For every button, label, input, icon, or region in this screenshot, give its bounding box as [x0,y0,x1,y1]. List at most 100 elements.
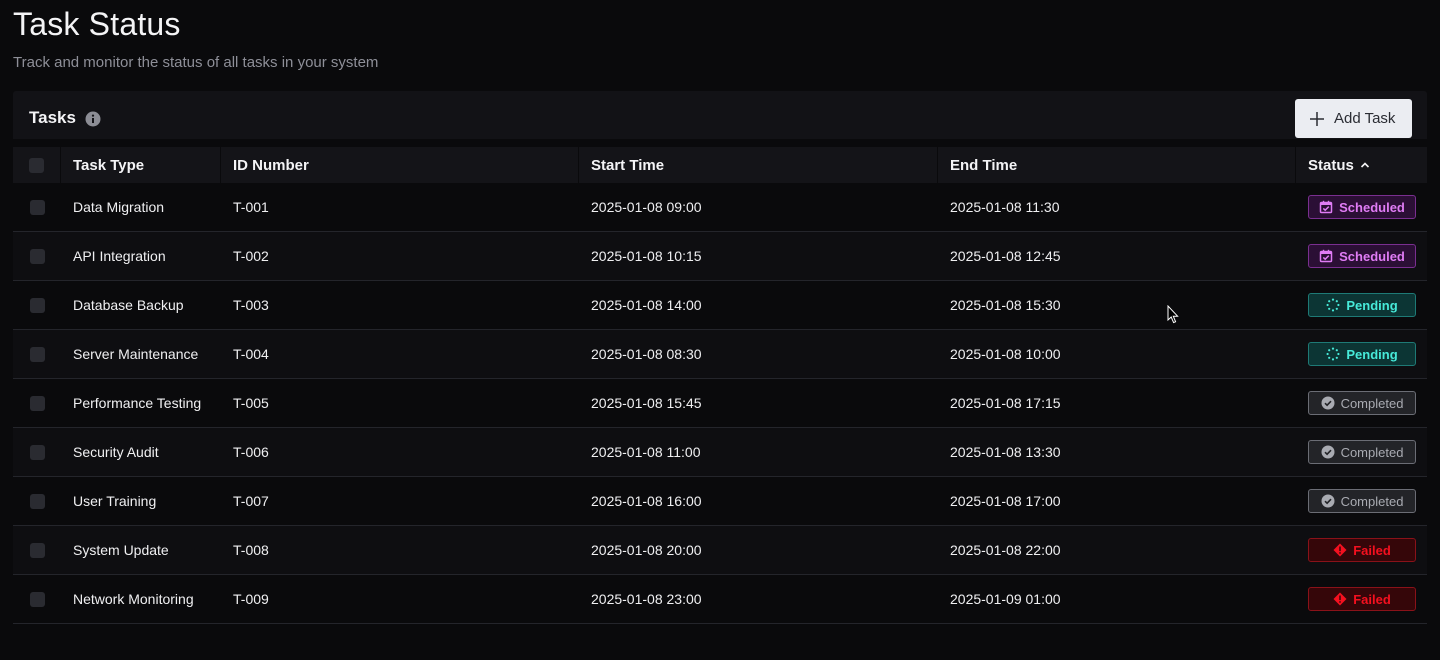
status-cell: Scheduled [1296,232,1427,280]
status-label: Scheduled [1339,248,1405,264]
task-type-cell: User Training [73,493,157,509]
task-type-cell: System Update [73,542,169,558]
task-type-cell: Data Migration [73,199,165,215]
table-row[interactable]: Network Monitoring T-009 2025-01-08 23:00 2… [13,575,1427,624]
select-all-checkbox[interactable] [29,157,44,173]
table-row[interactable]: API Integration T-002 2025-01-08 10:15 2025… [13,232,1427,281]
status-cell: Completed [1296,428,1427,476]
column-header-end-time[interactable]: End Time [938,147,1296,183]
status-label: Completed [1340,395,1404,411]
row-checkbox[interactable] [29,395,45,411]
status-badge: Completed [1308,489,1416,513]
table-row[interactable]: System Update T-008 2025-01-08 20:00 2025-0… [13,526,1427,575]
status-badge: Completed [1308,440,1416,464]
error-diamond-icon [1333,543,1347,557]
status-badge: Completed [1308,391,1416,415]
task-type-cell: API Integration [73,248,166,264]
task-type-cell: Network Monitoring [73,591,194,607]
end-time-cell: 2025-01-08 13:30 [950,444,1061,460]
column-header-status[interactable]: Status [1296,147,1427,183]
table-row[interactable]: User Training T-007 2025-01-08 16:00 2025-0… [13,477,1427,526]
status-label: Failed [1353,542,1391,558]
status-label: Pending [1346,346,1398,362]
check-circle-icon [1321,494,1335,508]
start-time-cell: 2025-01-08 15:45 [591,395,702,411]
row-select-cell [13,330,61,378]
column-header-label: ID Number [233,156,309,174]
tasks-card: Tasks Add Task Task Type ID Number Start… [13,91,1427,624]
id-number-cell: T-009 [233,591,269,607]
end-time-cell: 2025-01-08 22:00 [950,542,1061,558]
column-header-start-time[interactable]: Start Time [579,147,938,183]
start-time-cell: 2025-01-08 16:00 [591,493,702,509]
row-checkbox[interactable] [29,493,45,509]
status-cell: Completed [1296,379,1427,427]
task-type-cell: Security Audit [73,444,159,460]
end-time-cell: 2025-01-08 12:45 [950,248,1061,264]
status-label: Completed [1340,493,1404,509]
status-cell: Completed [1296,477,1427,525]
start-time-cell: 2025-01-08 10:15 [591,248,702,264]
spinner-icon [1326,347,1340,361]
column-header-label: Start Time [591,156,665,174]
status-label: Pending [1346,297,1398,313]
calendar-check-icon [1319,200,1333,214]
row-select-cell [13,281,61,329]
start-time-cell: 2025-01-08 08:30 [591,346,702,362]
row-checkbox[interactable] [29,591,45,607]
row-select-cell [13,183,61,231]
task-type-cell: Performance Testing [73,395,202,411]
card-title: Tasks [29,108,76,127]
status-cell: Scheduled [1296,183,1427,231]
table-row[interactable]: Server Maintenance T-004 2025-01-08 08:30 2… [13,330,1427,379]
status-badge: Failed [1308,538,1416,562]
table-row[interactable]: Data Migration T-001 2025-01-08 09:00 2025-… [13,183,1427,232]
start-time-cell: 2025-01-08 11:00 [591,444,701,460]
row-checkbox[interactable] [29,542,45,558]
status-badge: Failed [1308,587,1416,611]
table-row[interactable]: Performance Testing T-005 2025-01-08 15:45… [13,379,1427,428]
column-header-id-number[interactable]: ID Number [221,147,579,183]
end-time-cell: 2025-01-08 17:15 [950,395,1061,411]
id-number-cell: T-001 [233,199,269,215]
id-number-cell: T-004 [233,346,269,362]
card-header: Tasks Add Task [13,91,1427,139]
header-select-cell [13,147,61,183]
mouse-cursor-icon [1167,305,1179,324]
table-row[interactable]: Security Audit T-006 2025-01-08 11:00 2025-… [13,428,1427,477]
info-icon[interactable] [85,111,101,127]
plus-icon [1310,111,1324,126]
sort-ascending-icon[interactable] [1360,160,1370,170]
status-cell: Failed [1296,575,1427,623]
row-select-cell [13,477,61,525]
task-type-cell: Server Maintenance [73,346,199,362]
status-badge: Pending [1308,342,1416,366]
start-time-cell: 2025-01-08 20:00 [591,542,702,558]
row-checkbox[interactable] [29,346,45,362]
page-subtitle: Track and monitor the status of all task… [13,54,379,71]
row-checkbox[interactable] [29,444,45,460]
start-time-cell: 2025-01-08 23:00 [591,591,702,607]
id-number-cell: T-007 [233,493,269,509]
add-task-button[interactable]: Add Task [1295,99,1412,138]
row-checkbox[interactable] [29,199,45,215]
add-task-label: Add Task [1334,110,1396,127]
table-row[interactable]: Database Backup T-003 2025-01-08 14:00 2025… [13,281,1427,330]
status-label: Failed [1353,591,1391,607]
row-select-cell [13,526,61,574]
start-time-cell: 2025-01-08 14:00 [591,297,702,313]
status-label: Completed [1340,444,1404,460]
row-select-cell [13,232,61,280]
column-header-label: Status [1308,156,1354,174]
row-checkbox[interactable] [29,297,45,313]
column-header-label: End Time [950,156,1018,174]
status-label: Scheduled [1339,199,1405,215]
id-number-cell: T-008 [233,542,269,558]
error-diamond-icon [1333,592,1347,606]
id-number-cell: T-005 [233,395,269,411]
page-title: Task Status [13,6,181,42]
row-checkbox[interactable] [29,248,45,264]
column-header-task-type[interactable]: Task Type [61,147,221,183]
row-select-cell [13,575,61,623]
end-time-cell: 2025-01-08 17:00 [950,493,1061,509]
